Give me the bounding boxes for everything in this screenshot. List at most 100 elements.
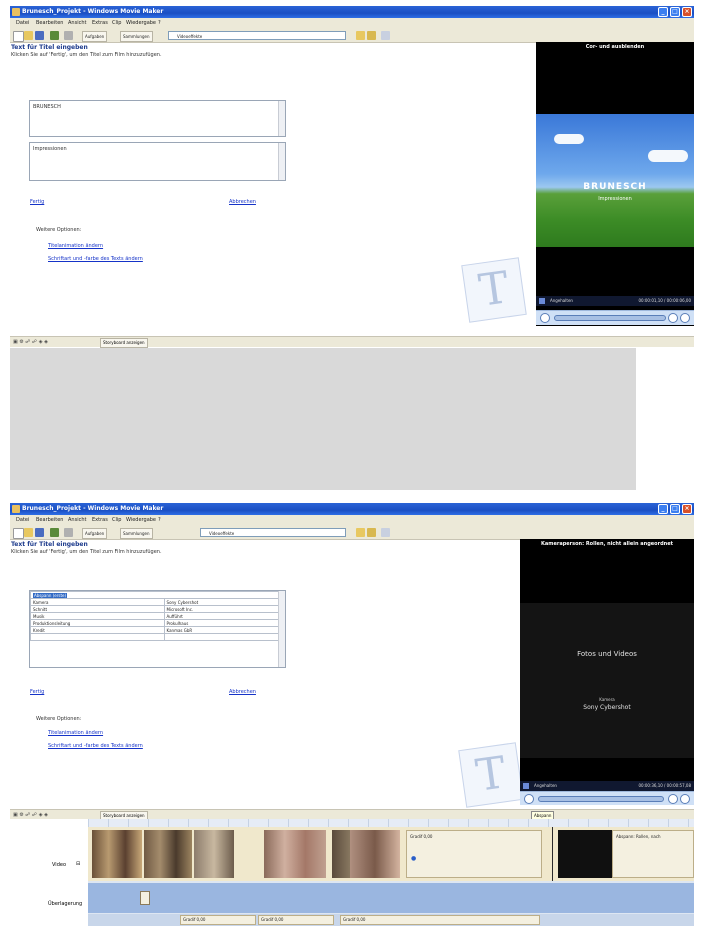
undo-icon[interactable] [50, 528, 59, 537]
title-watermark-icon: T [458, 742, 524, 808]
title-clip[interactable]: Gradif 0,00 ● [406, 830, 542, 878]
menu-bearbeiten[interactable]: Bearbeiten [36, 515, 63, 526]
change-font-color-link[interactable]: Schriftart und -farbe des Texts ändern [48, 743, 143, 749]
views-icon[interactable] [381, 528, 390, 537]
title-text-field-2[interactable]: Impressionen [29, 142, 286, 181]
save-project-icon[interactable] [35, 31, 44, 40]
credits-clip[interactable]: Abspann: Rollen, nach [612, 830, 694, 878]
menu-clip[interactable]: Clip [112, 18, 121, 29]
scrollbar[interactable] [278, 143, 285, 180]
tasks-button[interactable]: Aufgaben [82, 528, 108, 539]
table-row[interactable]: Schnitt Microsoft Inc. [30, 605, 281, 613]
credit-name: Sony Cybershot [163, 598, 281, 606]
table-row[interactable]: Produktionsleitung Prokulhaus [30, 619, 281, 627]
minimize-button[interactable]: _ [658, 7, 668, 17]
menu-bearbeiten[interactable]: Bearbeiten [36, 18, 63, 29]
done-link[interactable]: Fertig [30, 199, 44, 205]
split-clip-button[interactable] [680, 794, 690, 804]
title-text-1-value: BRUNESCH [33, 104, 61, 110]
seek-bar[interactable] [538, 796, 664, 802]
credits-grid[interactable]: Abspann (erste) Kamera Sony Cybershot Sch… [29, 590, 286, 668]
video-clip[interactable] [194, 830, 234, 878]
new-folder-icon[interactable] [367, 528, 376, 537]
tasks-button[interactable]: Aufgaben [82, 31, 108, 42]
menu-ansicht[interactable]: Ansicht [68, 18, 86, 29]
playhead[interactable] [552, 827, 553, 881]
undo-icon[interactable] [50, 31, 59, 40]
table-row[interactable]: Kamera Sony Cybershot [30, 598, 281, 606]
cancel-link[interactable]: Abbrechen [229, 199, 256, 205]
open-project-icon[interactable] [24, 528, 33, 537]
seek-bar[interactable] [554, 315, 666, 321]
new-project-icon[interactable] [13, 528, 24, 539]
video-clip[interactable] [144, 830, 192, 878]
collections-button[interactable]: Sammlungen [120, 31, 153, 42]
table-row[interactable]: Musik Aufführt [30, 612, 281, 620]
menu-clip[interactable]: Clip [112, 515, 121, 526]
black-title-clip[interactable] [558, 830, 612, 878]
title-editor-pane: Text für Titel eingeben Klicken Sie auf … [10, 43, 536, 326]
video-clip[interactable] [264, 830, 326, 878]
cancel-link[interactable]: Abbrechen [229, 689, 256, 695]
preview-monitor: Cor- und ausblenden BRUNESCH Impressione… [536, 42, 694, 326]
collection-combo[interactable]: Videoeffekte [168, 31, 346, 40]
table-row[interactable]: Kredit Kanmas GbR [30, 626, 281, 634]
more-options-label: Weitere Optionen: [36, 716, 82, 722]
open-project-icon[interactable] [24, 31, 33, 40]
menu-extras[interactable]: Extras [92, 515, 108, 526]
play-button[interactable] [524, 794, 534, 804]
video-clip[interactable] [92, 830, 142, 878]
title-overlay-clip[interactable]: Gradif 0,00 [258, 915, 334, 925]
done-link[interactable]: Fertig [30, 689, 44, 695]
menu-datei[interactable]: Datei [16, 515, 29, 526]
timeline-ruler[interactable] [88, 819, 694, 827]
save-project-icon[interactable] [35, 528, 44, 537]
close-button[interactable]: × [682, 504, 692, 514]
preview-title-line-2: Impressionen [598, 196, 632, 202]
redo-icon[interactable] [64, 31, 73, 40]
fullscreen-button[interactable] [668, 794, 678, 804]
play-button[interactable] [540, 313, 550, 323]
change-animation-link[interactable]: Titelanimation ändern [48, 243, 103, 249]
playback-status: Angehalten [550, 298, 573, 303]
close-button[interactable]: × [682, 7, 692, 17]
window-title: Brunesch_Projekt - Windows Movie Maker [22, 505, 164, 512]
up-folder-icon[interactable] [356, 31, 365, 40]
menu-wiedergabe[interactable]: Wiedergabe [126, 515, 156, 526]
new-folder-icon[interactable] [367, 31, 376, 40]
title-overlay-clip[interactable]: Gradif 0,00 [340, 915, 540, 925]
title-overlay-clip[interactable]: Gradif 0,00 [180, 915, 256, 925]
redo-icon[interactable] [64, 528, 73, 537]
title-overlay-track: Gradif 0,00 Gradif 0,00 Gradif 0,00 [88, 914, 694, 926]
collections-button[interactable]: Sammlungen [120, 528, 153, 539]
fullscreen-button[interactable] [668, 313, 678, 323]
scrollbar[interactable] [278, 101, 285, 136]
collection-combo[interactable]: Videoeffekte [200, 528, 346, 537]
menu-wiedergabe[interactable]: Wiedergabe [126, 18, 156, 29]
up-folder-icon[interactable] [356, 528, 365, 537]
menu-extras[interactable]: Extras [92, 18, 108, 29]
menu-help[interactable]: ? [158, 515, 161, 526]
minimize-button[interactable]: _ [658, 504, 668, 514]
change-animation-link[interactable]: Titelanimation ändern [48, 730, 103, 736]
overlay-marker[interactable] [140, 891, 150, 905]
views-icon[interactable] [381, 31, 390, 40]
title-text-field-1[interactable]: BRUNESCH [29, 100, 286, 137]
preview-controls [520, 791, 694, 805]
menu-datei[interactable]: Datei [16, 18, 29, 29]
scrollbar[interactable] [278, 591, 285, 667]
new-project-icon[interactable] [13, 31, 24, 42]
maximize-button[interactable]: □ [670, 504, 680, 514]
expand-track-icon[interactable]: ⊟ [76, 861, 80, 867]
menu-ansicht[interactable]: Ansicht [68, 515, 86, 526]
show-storyboard-button[interactable]: Storyboard anzeigen [100, 811, 148, 819]
maximize-button[interactable]: □ [670, 7, 680, 17]
change-font-color-link[interactable]: Schriftart und -farbe des Texts ändern [48, 256, 143, 262]
show-storyboard-button[interactable]: Storyboard anzeigen [100, 338, 148, 348]
table-row[interactable] [30, 633, 281, 641]
split-clip-button[interactable] [680, 313, 690, 323]
video-clip[interactable] [350, 830, 400, 878]
credits-grid-header[interactable]: Abspann (erste) [30, 591, 280, 599]
page-subtitle: Klicken Sie auf 'Fertig', um den Titel z… [11, 52, 162, 58]
menu-help[interactable]: ? [158, 18, 161, 29]
